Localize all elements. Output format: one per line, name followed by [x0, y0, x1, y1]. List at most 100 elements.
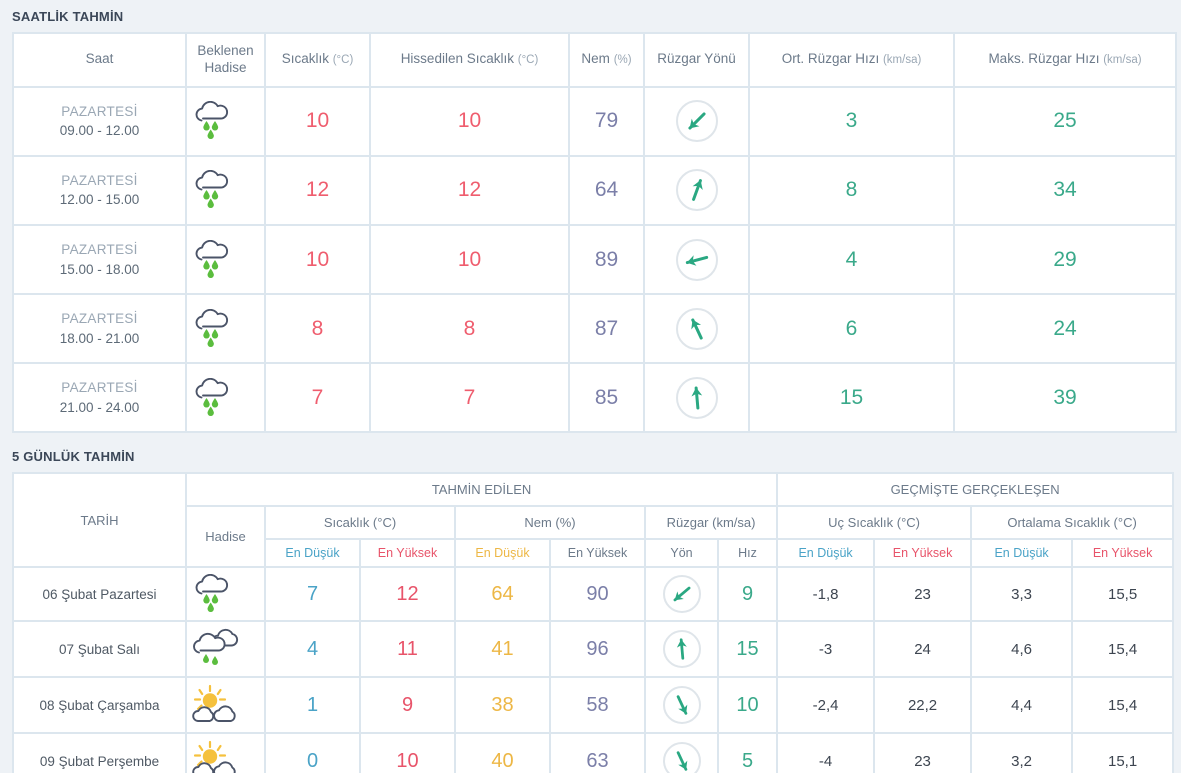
- daily-past-extreme-high-cell: 24: [875, 622, 971, 677]
- hourly-col-header-7: Maks. Rüzgar Hızı (km/sa): [955, 34, 1175, 86]
- hourly-wind-avg-cell: 8: [750, 156, 953, 224]
- rain-cloud-icon: [187, 226, 264, 294]
- hourly-temperature-cell: 7: [266, 364, 369, 432]
- daily-humidity-low-cell: 40: [456, 734, 549, 773]
- daily-sub-temp-low: En Düşük: [266, 540, 359, 567]
- table-row: PAZARTESİ 21.00 - 24.00 7 7 85 15 39: [14, 364, 1175, 432]
- hourly-col-header-3: Hissedilen Sıcaklık (°C): [371, 34, 568, 86]
- daily-wind-speed-cell: 10: [719, 678, 777, 733]
- hourly-table-header-row: Saat Beklenen Hadise Sıcaklık (°C) Hissedil…: [14, 34, 1175, 86]
- table-row: 09 Şubat Perşembe 0 10 40 63 5 -4 23 3,2 15,1: [14, 734, 1173, 773]
- hourly-wind-max-cell: 39: [955, 364, 1175, 432]
- hourly-time-cell: PAZARTESİ 18.00 - 21.00: [14, 295, 185, 363]
- hourly-temperature-cell: 10: [266, 87, 369, 155]
- daily-temp-high-cell: 11: [361, 622, 454, 677]
- hourly-col-header-2: Sıcaklık (°C): [266, 34, 369, 86]
- hourly-temperature-cell: 12: [266, 156, 369, 224]
- hourly-temperature-cell: 10: [266, 226, 369, 294]
- wind-arrow-northwest-icon: [646, 568, 717, 621]
- daily-humidity-low-cell: 64: [456, 568, 549, 621]
- hourly-col-header-1: Beklenen Hadise: [187, 34, 264, 86]
- hourly-forecast-table: Saat Beklenen Hadise Sıcaklık (°C) Hissedil…: [12, 32, 1177, 434]
- daily-past-extreme-low-cell: -3: [778, 622, 874, 677]
- daily-group-past-header: GEÇMİŞTE GERÇEKLEŞEN: [778, 474, 1173, 506]
- rain-cloud-icon: [187, 568, 264, 621]
- hourly-time-cell: PAZARTESİ 12.00 - 15.00: [14, 156, 185, 224]
- hourly-wind-avg-cell: 4: [750, 226, 953, 294]
- daily-past-average-high-cell: 15,5: [1073, 568, 1173, 621]
- daily-sub-temp-high: En Yüksek: [361, 540, 454, 567]
- sun-cloud-icon: [187, 734, 264, 773]
- sun-cloud-icon: [187, 678, 264, 733]
- hourly-wind-max-cell: 24: [955, 295, 1175, 363]
- hourly-wind-avg-cell: 3: [750, 87, 953, 155]
- daily-sub-avg-low: En Düşük: [972, 540, 1072, 567]
- wind-arrow-northwest-icon: [645, 87, 748, 155]
- hourly-humidity-cell: 89: [570, 226, 643, 294]
- hourly-time-cell: PAZARTESİ 15.00 - 18.00: [14, 226, 185, 294]
- daily-sub-wind-speed: Hız: [719, 540, 777, 567]
- wind-arrow-northeast-icon: [645, 156, 748, 224]
- wind-arrow-southeast-icon: [646, 734, 717, 773]
- hourly-wind-max-cell: 25: [955, 87, 1175, 155]
- wind-arrow-north-icon: [645, 364, 748, 432]
- daily-col-event-header: Hadise: [187, 507, 264, 567]
- daily-humidity-low-cell: 38: [456, 678, 549, 733]
- table-row: PAZARTESİ 09.00 - 12.00 10 10 79 3 25: [14, 87, 1175, 155]
- daily-date-cell: 07 Şubat Salı: [14, 622, 185, 677]
- hourly-humidity-cell: 79: [570, 87, 643, 155]
- daily-past-average-high-cell: 15,1: [1073, 734, 1173, 773]
- daily-temp-low-cell: 1: [266, 678, 359, 733]
- hourly-temperature-cell: 8: [266, 295, 369, 363]
- hourly-feels-like-cell: 10: [371, 226, 568, 294]
- daily-sub-ext-low: En Düşük: [778, 540, 874, 567]
- daily-temp-low-cell: 4: [266, 622, 359, 677]
- table-row: PAZARTESİ 18.00 - 21.00 8 8 87 6 24: [14, 295, 1175, 363]
- wind-arrow-west-icon: [645, 226, 748, 294]
- table-row: 06 Şubat Pazartesi 7 12 64 90 9 -1,8 23 3,3 15,5: [14, 568, 1173, 621]
- hourly-wind-avg-cell: 15: [750, 364, 953, 432]
- hourly-col-header-5: Rüzgar Yönü: [645, 34, 748, 86]
- hourly-humidity-cell: 87: [570, 295, 643, 363]
- hourly-wind-avg-cell: 6: [750, 295, 953, 363]
- table-row: 07 Şubat Salı 4 11 41 96 15 -3 24 4,6 15,4: [14, 622, 1173, 677]
- hourly-time-cell: PAZARTESİ 09.00 - 12.00: [14, 87, 185, 155]
- daily-past-average-low-cell: 3,3: [972, 568, 1072, 621]
- daily-temp-high-cell: 10: [361, 734, 454, 773]
- hourly-humidity-cell: 85: [570, 364, 643, 432]
- daily-temp-low-cell: 7: [266, 568, 359, 621]
- daily-past-extreme-high-cell: 22,2: [875, 678, 971, 733]
- daily-temp-high-cell: 12: [361, 568, 454, 621]
- hourly-table-body: PAZARTESİ 09.00 - 12.00 10 10 79 3 25 PAZARTESİ…: [14, 87, 1175, 432]
- daily-sub-hum-low: En Düşük: [456, 540, 549, 567]
- cloudy-rain-icon: [187, 622, 264, 677]
- daily-col-date-header: TARİH: [14, 474, 185, 567]
- daily-past-extreme-low-cell: -4: [778, 734, 874, 773]
- daily-humidity-low-cell: 41: [456, 622, 549, 677]
- daily-temp-low-cell: 0: [266, 734, 359, 773]
- daily-group-humidity-header: Nem (%): [456, 507, 644, 539]
- daily-past-average-high-cell: 15,4: [1073, 622, 1173, 677]
- daily-date-cell: 09 Şubat Perşembe: [14, 734, 185, 773]
- hourly-feels-like-cell: 10: [371, 87, 568, 155]
- daily-sub-wind-dir: Yön: [646, 540, 717, 567]
- daily-past-average-low-cell: 3,2: [972, 734, 1072, 773]
- daily-temp-high-cell: 9: [361, 678, 454, 733]
- hourly-wind-max-cell: 34: [955, 156, 1175, 224]
- hourly-time-cell: PAZARTESİ 21.00 - 24.00: [14, 364, 185, 432]
- hourly-humidity-cell: 64: [570, 156, 643, 224]
- daily-wind-speed-cell: 9: [719, 568, 777, 621]
- daily-humidity-high-cell: 90: [551, 568, 644, 621]
- hourly-col-header-0: Saat: [14, 34, 185, 86]
- wind-arrow-northwest-icon: [645, 295, 748, 363]
- daily-group-temp-header: Sıcaklık (°C): [266, 507, 454, 539]
- daily-date-cell: 08 Şubat Çarşamba: [14, 678, 185, 733]
- daily-group-average-temp-header: Ortalama Sıcaklık (°C): [972, 507, 1173, 539]
- daily-sub-avg-high: En Yüksek: [1073, 540, 1173, 567]
- daily-group-row: TARİH TAHMİN EDİLEN GEÇMİŞTE GERÇEKLEŞEN: [14, 474, 1173, 567]
- daily-group-wind-header: Rüzgar (km/sa): [646, 507, 777, 539]
- daily-wind-speed-cell: 5: [719, 734, 777, 773]
- daily-past-extreme-low-cell: -2,4: [778, 678, 874, 733]
- table-row: PAZARTESİ 12.00 - 15.00 12 12 64 8 34: [14, 156, 1175, 224]
- hourly-col-header-4: Nem (%): [570, 34, 643, 86]
